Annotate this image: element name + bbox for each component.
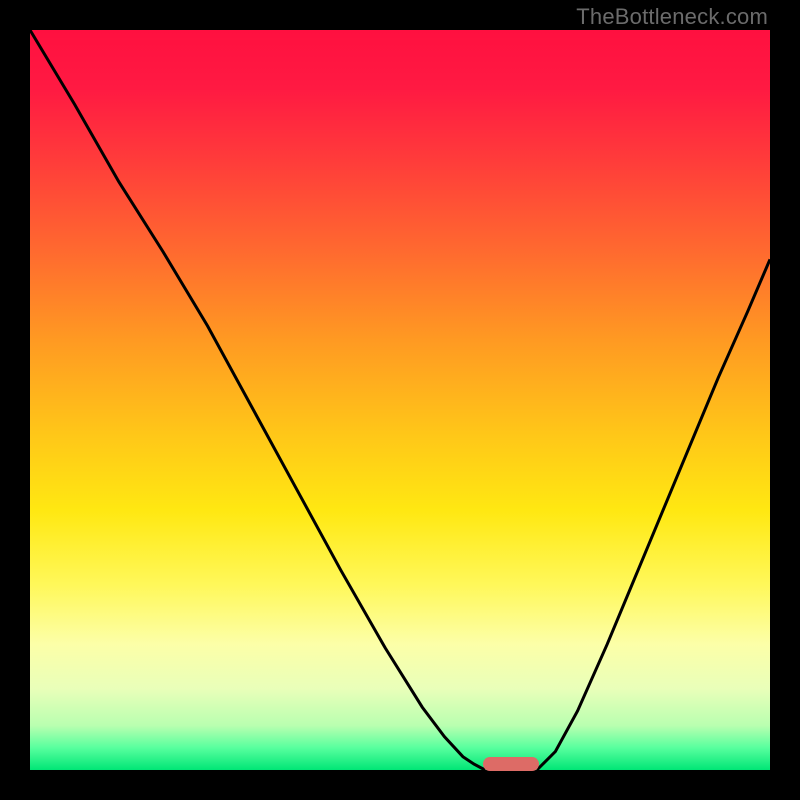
plot-area (30, 30, 770, 770)
left-curve (30, 30, 485, 770)
curve-svg (30, 30, 770, 770)
right-curve (537, 259, 770, 770)
optimum-marker (483, 757, 539, 771)
chart-frame: TheBottleneck.com (0, 0, 800, 800)
watermark-text: TheBottleneck.com (576, 4, 768, 30)
